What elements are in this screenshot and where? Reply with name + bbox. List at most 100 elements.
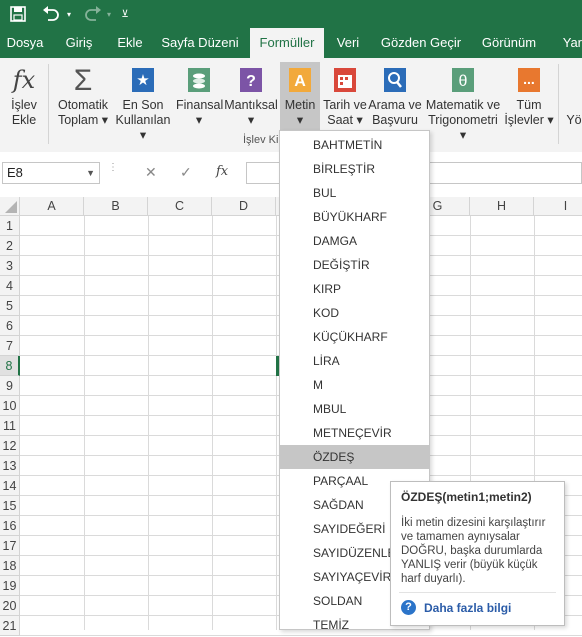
row-header[interactable]: 11 [0,416,20,436]
text-functions-button[interactable]: A Metin ▾ [280,62,320,132]
menu-item[interactable]: MBUL [280,397,429,421]
tab-insert[interactable]: Ekle [108,28,152,58]
gridline [84,216,85,630]
insert-function-icon[interactable]: fx [216,164,228,179]
svg-text:?: ? [246,73,256,90]
column-header-h[interactable]: H [470,197,534,216]
row-header[interactable]: 15 [0,496,20,516]
menu-item[interactable]: ÖZDEŞ [280,445,429,469]
row-header[interactable]: 18 [0,556,20,576]
menu-item[interactable]: M [280,373,429,397]
select-all-corner[interactable] [0,197,20,216]
row-header[interactable]: 7 [0,336,20,356]
insert-function-button[interactable]: fx İşlev Ekle [4,62,44,128]
column-header-d[interactable]: D [212,197,276,216]
menu-item[interactable]: BAHTMETİN [280,133,429,157]
tooltip-title: ÖZDEŞ(metin1;metin2) [401,490,532,504]
undo-dropdown-icon[interactable]: ▾ [64,4,74,24]
customize-qat-icon[interactable]: ⊻ [118,4,132,24]
help-icon: ? [401,600,416,615]
tab-help[interactable]: Yard [556,28,582,58]
row-header[interactable]: 1 [0,216,20,236]
menu-item[interactable]: BİRLEŞTİR [280,157,429,181]
autosum-button[interactable]: Σ Otomatik Toplam ▾ [54,62,112,128]
svg-text:θ: θ [459,73,468,90]
menu-item[interactable]: METNEÇEVİR [280,421,429,445]
tab-formulas[interactable]: Formüller [250,28,324,58]
row-header[interactable]: 12 [0,436,20,456]
row-header[interactable]: 17 [0,536,20,556]
row-header[interactable]: 13 [0,456,20,476]
fx-icon: fx [12,65,36,94]
column-header-i[interactable]: I [534,197,582,216]
menu-item[interactable]: LİRA [280,349,429,373]
tab-review[interactable]: Gözden Geçir [378,28,464,58]
name-manager-button[interactable]: Yö [566,113,582,128]
menu-item[interactable]: KOD [280,301,429,325]
financial-book-icon [185,66,213,94]
more-book-icon: ... [515,66,543,94]
function-library-group-label: İşlev Ki [243,134,279,146]
tab-home[interactable]: Giriş [54,28,104,58]
row-header[interactable]: 10 [0,396,20,416]
logical-button[interactable]: ? Mantıksal ▾ [224,62,278,128]
name-box[interactable]: E8 ▼ [2,162,100,184]
more-info-link[interactable]: ? Daha fazla bilgi [401,600,511,615]
redo-dropdown-icon[interactable]: ▾ [104,4,114,24]
function-tooltip: ÖZDEŞ(metin1;metin2) İki metin dizesini … [390,481,565,626]
chevron-down-icon[interactable]: ▼ [86,163,95,183]
svg-text:...: ... [523,71,535,87]
row-header[interactable]: 4 [0,276,20,296]
undo-icon[interactable] [40,4,62,24]
gridline [148,216,149,630]
resize-handle[interactable]: ⋮ [108,163,118,180]
gridline [212,216,213,630]
tab-file[interactable]: Dosya [0,28,50,58]
menu-item[interactable]: DEĞİŞTİR [280,253,429,277]
menu-item[interactable]: BUL [280,181,429,205]
row-header[interactable]: 14 [0,476,20,496]
row-header[interactable]: 9 [0,376,20,396]
row-header[interactable]: 3 [0,256,20,276]
math-trig-button[interactable]: θ Matematik ve Trigonometri ▾ [424,62,502,143]
row-header[interactable]: 21 [0,616,20,636]
column-header-b[interactable]: B [84,197,148,216]
save-icon[interactable] [8,4,28,24]
text-book-icon: A [286,66,314,94]
sigma-icon: Σ [73,63,93,97]
menu-item[interactable]: KIRP [280,277,429,301]
row-header[interactable]: 19 [0,576,20,596]
tooltip-description: İki metin dizesini karşılaştırır ve tama… [401,517,546,585]
row-header[interactable]: 20 [0,596,20,616]
cancel-icon[interactable]: ✕ [145,164,157,181]
column-header-a[interactable]: A [20,197,84,216]
tooltip-divider [399,592,556,593]
date-time-button[interactable]: Tarih ve Saat ▾ [322,62,368,128]
row-header[interactable]: 16 [0,516,20,536]
column-header-c[interactable]: C [148,197,212,216]
menu-item[interactable]: KÜÇÜKHARF [280,325,429,349]
title-bar: ▾ ▾ ⊻ [0,0,582,28]
svg-text:★: ★ [136,72,149,89]
row-header[interactable]: 8 [0,356,20,376]
svg-text:A: A [294,73,306,90]
question-book-icon: ? [237,66,265,94]
row-header[interactable]: 2 [0,236,20,256]
enter-icon[interactable]: ✓ [180,164,192,181]
gridline [276,216,277,630]
row-header[interactable]: 5 [0,296,20,316]
magnifier-book-icon [381,66,409,94]
menu-item[interactable]: BÜYÜKHARF [280,205,429,229]
more-functions-button[interactable]: ... Tüm İşlevler ▾ [504,62,554,128]
row-header[interactable]: 6 [0,316,20,336]
financial-button[interactable]: Finansal ▾ [176,62,223,128]
star-book-icon: ★ [129,66,157,94]
menu-item[interactable]: DAMGA [280,229,429,253]
tab-data[interactable]: Veri [330,28,366,58]
recently-used-button[interactable]: ★ En Son Kullanılan ▾ [112,62,174,143]
ribbon-tabs: Dosya Giriş Ekle Sayfa Düzeni Formüller … [0,28,582,58]
ribbon-divider [558,64,559,144]
tab-page-layout[interactable]: Sayfa Düzeni [156,28,244,58]
tab-view[interactable]: Görünüm [474,28,544,58]
redo-icon[interactable] [82,4,104,24]
